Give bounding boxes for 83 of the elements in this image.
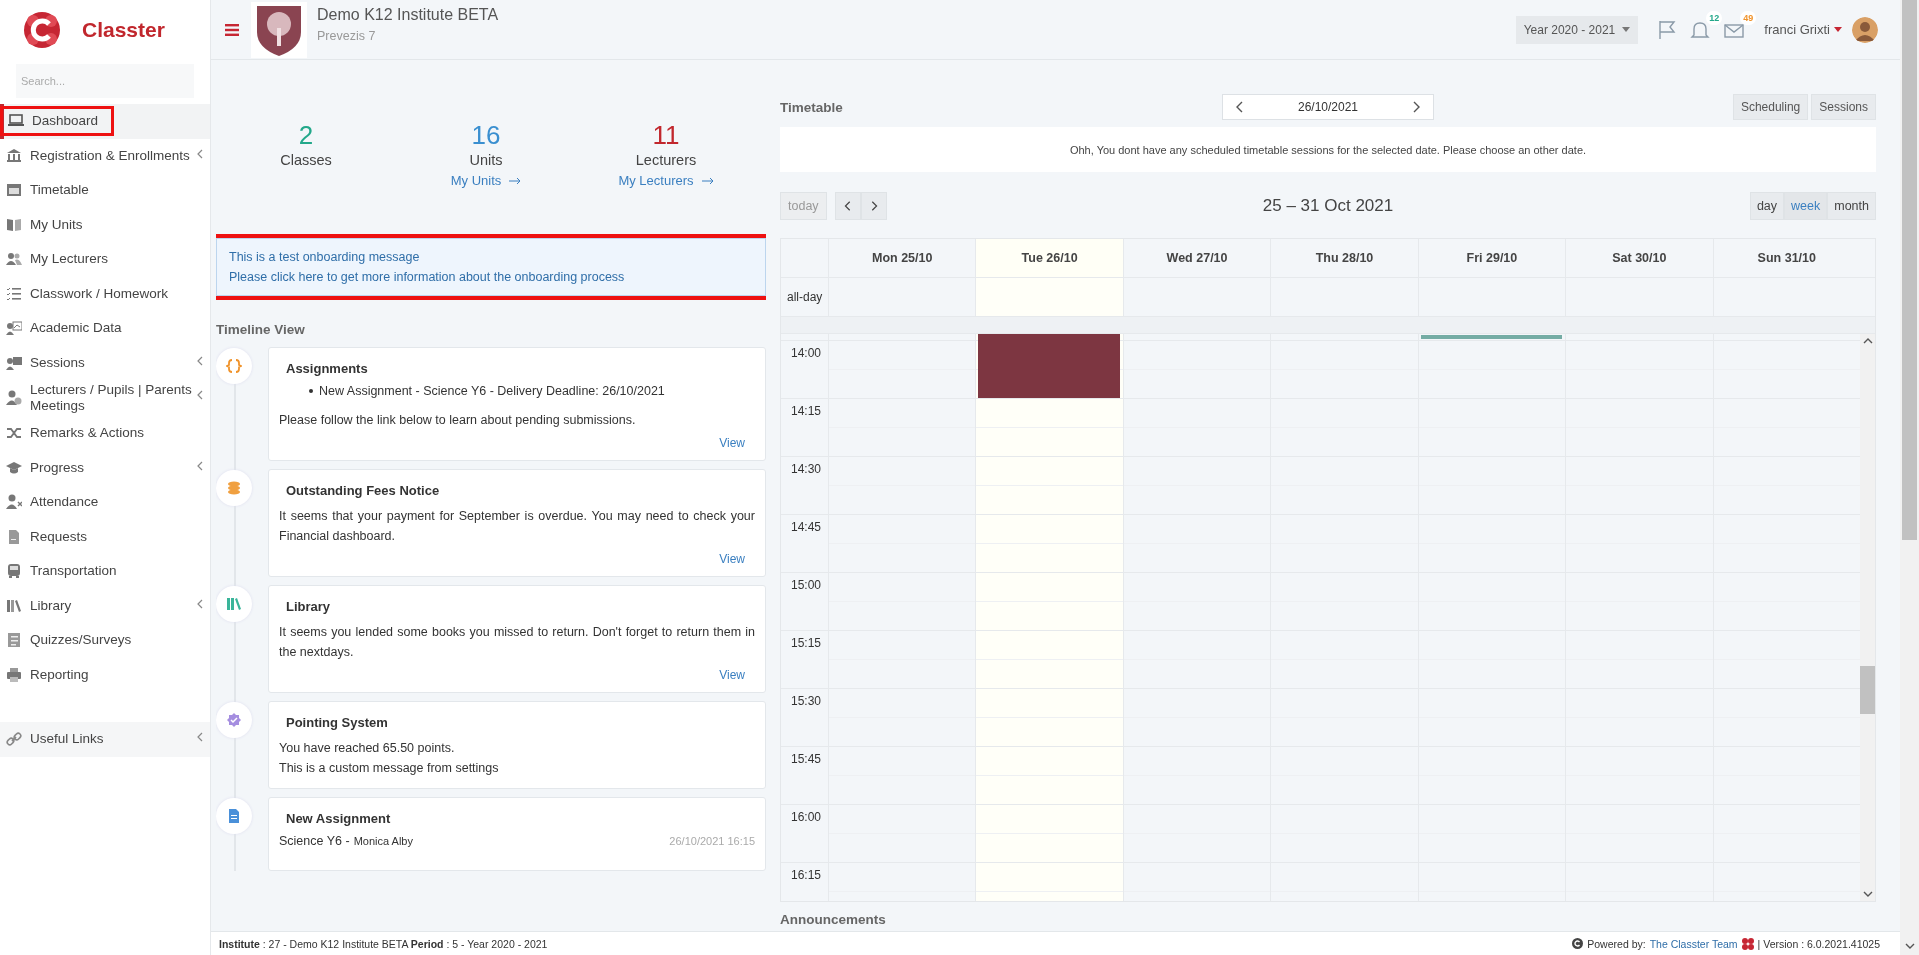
day-header: Sat 30/10 <box>1565 239 1713 277</box>
card-title: New Assignment <box>286 811 392 826</box>
day-header: Tue 26/10 <box>975 239 1123 277</box>
sidebar-item[interactable]: My Units <box>0 214 204 235</box>
sidebar-item[interactable]: Progress <box>0 457 196 478</box>
day-header: Thu 28/10 <box>1270 239 1418 277</box>
year-dropdown[interactable]: Year 2020 - 2021 <box>1515 15 1639 44</box>
time-label: 14:45 <box>790 519 822 534</box>
section-title: Announcements <box>780 912 887 929</box>
stat-value: 2 <box>298 120 314 150</box>
time-label: 14:00 <box>790 345 822 360</box>
time-label: 15:45 <box>790 751 822 766</box>
card-title: Assignments <box>286 361 369 376</box>
version-text: | Version : 6.0.2021.41025 <box>1757 937 1880 950</box>
view-link[interactable]: View <box>719 552 745 566</box>
timestamp: 26/10/2021 16:15 <box>669 835 755 847</box>
sidebar-item[interactable]: Academic Data <box>0 318 204 339</box>
empty-state-message: Ohh, You dont have any scheduled timetable sessions for the selected date. Please choose an other date. <box>780 127 1876 172</box>
section-title: Timeline View <box>216 322 306 337</box>
card-title: Pointing System <box>286 715 389 730</box>
search-field[interactable]: Search... <box>16 64 194 98</box>
user-menu[interactable]: franci Grixti <box>1764 22 1842 37</box>
stat-label: Units <box>469 152 503 168</box>
section-title: Timetable <box>780 99 844 115</box>
time-label: 14:30 <box>790 461 822 476</box>
stat-label: Lecturers <box>635 152 697 168</box>
time-label: 15:00 <box>790 577 822 592</box>
list-item: New Assignment - Science Y6 - Delivery Deadline: 26/10/2021 <box>319 384 665 398</box>
time-label: 15:15 <box>790 635 822 650</box>
card-text: You have reached 65.50 points. <box>279 740 456 757</box>
sidebar-item[interactable]: Lecturers / Pupils | Parents Meetings <box>0 380 196 416</box>
card-text: It seems that your payment for September is overdue. You may need to check your Financial dashboard. <box>279 508 755 545</box>
card-text: Science Y6 - <box>279 834 350 848</box>
author-name: Monica Alby <box>353 835 413 847</box>
sidebar-item[interactable]: Reporting <box>0 664 204 685</box>
stat-value: 11 <box>652 120 680 150</box>
tab-button[interactable]: Sessions <box>1811 94 1876 120</box>
day-header: Sun 31/10 <box>1712 239 1860 277</box>
sidebar-item[interactable]: Dashboard <box>2 108 113 135</box>
sidebar-item[interactable]: Classwork / Homework <box>0 283 204 304</box>
count-badge: 49 <box>1740 10 1757 25</box>
time-label: 15:30 <box>790 693 822 708</box>
all-day-label: all-day <box>786 289 824 306</box>
tab-button[interactable]: Scheduling <box>1732 94 1809 120</box>
sidebar-item[interactable]: Quizzes/Surveys <box>0 630 204 651</box>
view-link[interactable]: View <box>719 668 745 682</box>
institute-address: Prevezis 7 <box>317 29 377 43</box>
sidebar-item[interactable]: Requests <box>0 526 204 547</box>
card-title: Outstanding Fees Notice <box>286 483 441 498</box>
date-range-title: 25 – 31 Oct 2021 <box>1262 196 1394 216</box>
stat-link[interactable]: My Units <box>450 173 522 188</box>
sidebar-item[interactable]: Remarks & Actions <box>0 423 204 444</box>
sidebar-item[interactable]: My Lecturers <box>0 249 204 270</box>
sidebar-item[interactable]: Transportation <box>0 561 204 582</box>
sidebar-item[interactable]: Library <box>0 595 196 616</box>
stat-value: 16 <box>471 120 501 150</box>
view-tab[interactable]: month <box>1827 192 1876 220</box>
time-label: 16:15 <box>790 867 822 882</box>
sidebar-item[interactable]: Attendance <box>0 492 204 513</box>
stat-link[interactable]: My Lecturers <box>618 173 714 188</box>
day-header: Wed 27/10 <box>1122 239 1271 277</box>
sidebar-item[interactable]: Sessions <box>0 352 196 373</box>
time-label: 14:15 <box>790 403 822 418</box>
stat-label: Classes <box>280 152 332 168</box>
card-text: It seems you lended some books you missed to return. Don't forget to return them in the nextdays. <box>279 624 755 661</box>
team-link[interactable]: The Classter Team <box>1649 937 1738 950</box>
brand-name: Classter <box>82 18 165 42</box>
card-title: Library <box>286 599 332 614</box>
card-text: Please follow the link below to learn about pending submissions. <box>279 412 637 429</box>
view-tab[interactable]: day <box>1749 192 1785 220</box>
sidebar-item[interactable]: Timetable <box>0 180 204 201</box>
count-badge: 12 <box>1706 10 1723 25</box>
onboarding-link[interactable]: This is a test onboarding message <box>229 250 753 264</box>
date-value: 26/10/2021 <box>1297 100 1359 114</box>
institute-name: Demo K12 Institute BETA <box>317 6 499 24</box>
sidebar-item[interactable]: Registration & Enrollments <box>0 145 196 166</box>
footer-info: Institute : 27 - Demo K12 Institute BETA Period : 5 - Year 2020 - 2021 <box>219 937 548 950</box>
powered-by-text: Powered by: <box>1587 937 1646 950</box>
day-header: Fri 29/10 <box>1417 239 1566 277</box>
onboarding-link[interactable]: Please click here to get more information about the onboarding process <box>229 270 753 284</box>
time-label: 16:00 <box>790 809 822 824</box>
view-link[interactable]: View <box>719 436 745 450</box>
card-text: This is a custom message from settings <box>279 760 500 777</box>
